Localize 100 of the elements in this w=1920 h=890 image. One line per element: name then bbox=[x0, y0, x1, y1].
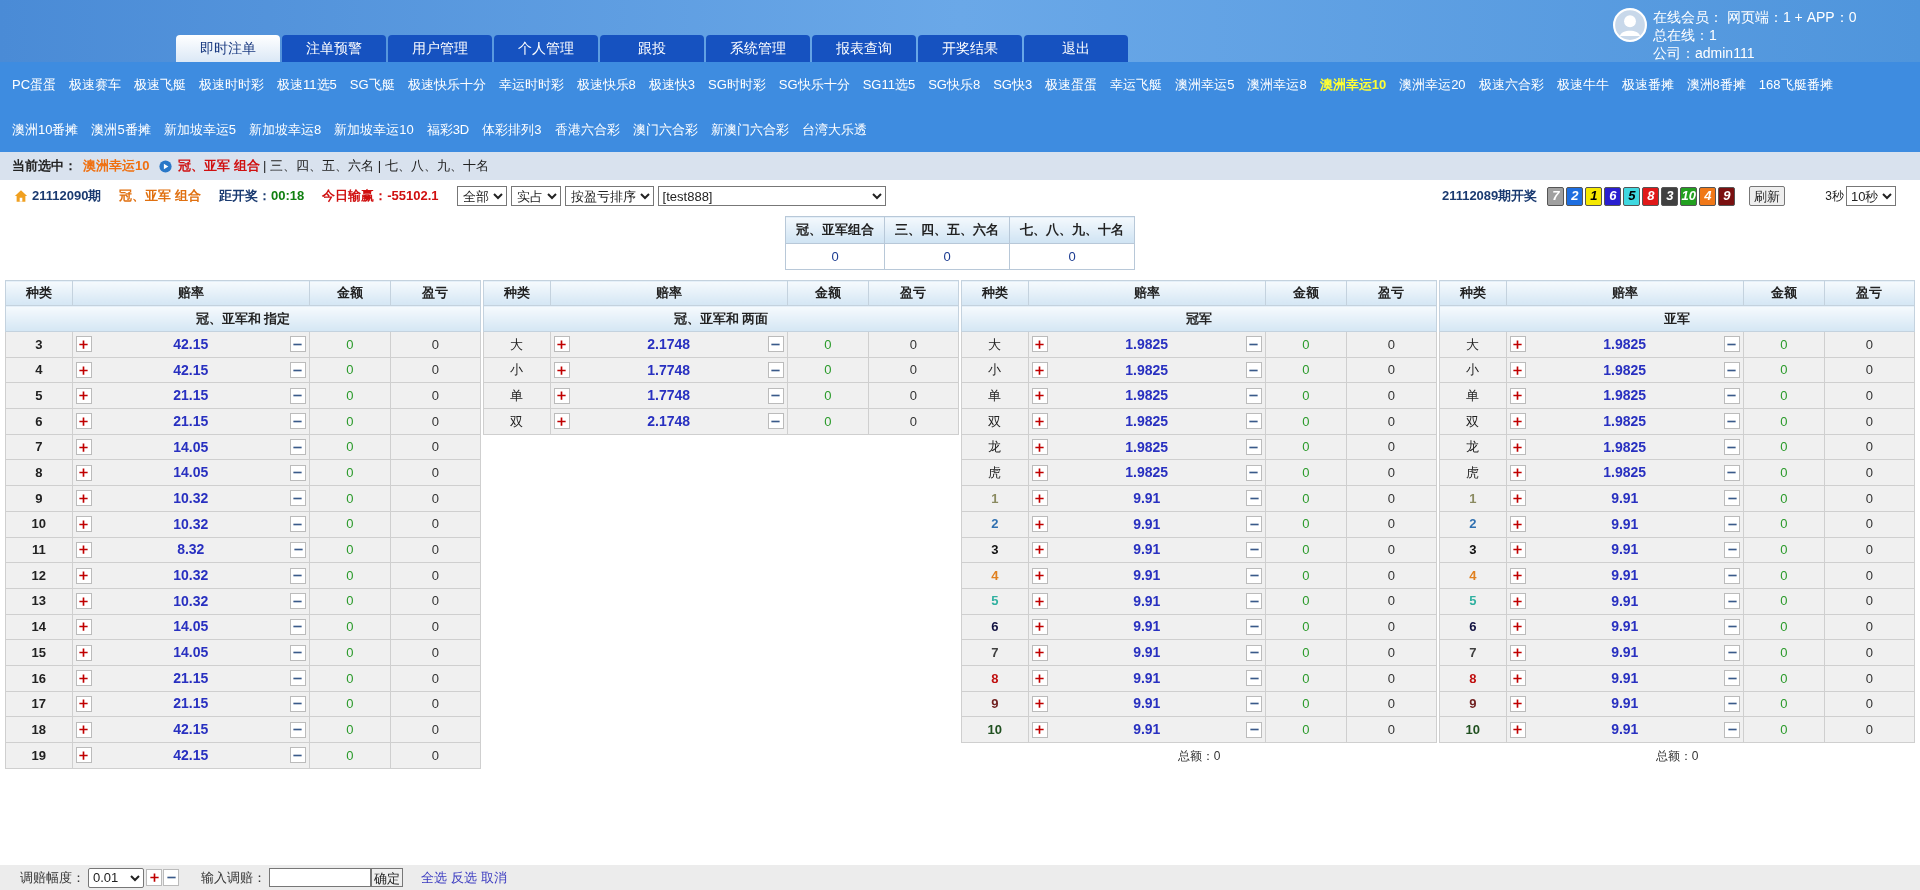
decrease-button[interactable] bbox=[768, 413, 784, 430]
increase-button[interactable] bbox=[1509, 695, 1526, 712]
step-select[interactable]: 0.01 bbox=[88, 867, 144, 888]
decrease-button[interactable] bbox=[290, 516, 306, 533]
increase-button[interactable] bbox=[1509, 413, 1526, 430]
decrease-button[interactable] bbox=[290, 618, 306, 635]
increase-button[interactable] bbox=[1509, 362, 1526, 379]
decrease-button[interactable] bbox=[290, 567, 306, 584]
increase-button[interactable] bbox=[553, 336, 570, 353]
decrease-button[interactable] bbox=[1724, 387, 1740, 404]
lottery-link[interactable]: 澳洲10番摊 bbox=[12, 119, 79, 140]
increase-button[interactable] bbox=[1509, 387, 1526, 404]
increase-button[interactable] bbox=[75, 464, 92, 481]
decrease-button[interactable] bbox=[290, 721, 306, 738]
lottery-link[interactable]: 极速六合彩 bbox=[1478, 74, 1544, 95]
increase-button[interactable] bbox=[75, 439, 92, 456]
decrease-button[interactable] bbox=[163, 869, 179, 886]
decrease-button[interactable] bbox=[1246, 670, 1262, 687]
decrease-button[interactable] bbox=[290, 439, 306, 456]
play-type-link[interactable]: 冠、亚军 组合 bbox=[178, 156, 261, 176]
lottery-link[interactable]: 幸运飞艇 bbox=[1110, 74, 1163, 95]
lottery-link[interactable]: 澳洲8番摊 bbox=[1686, 74, 1746, 95]
decrease-button[interactable] bbox=[290, 362, 306, 379]
increase-button[interactable] bbox=[1031, 567, 1048, 584]
lottery-link[interactable]: 澳洲幸运8 bbox=[1247, 74, 1307, 95]
decrease-button[interactable] bbox=[1246, 336, 1262, 353]
decrease-button[interactable] bbox=[290, 464, 306, 481]
filter-select[interactable]: [test888] bbox=[657, 186, 886, 206]
increase-button[interactable] bbox=[1031, 670, 1048, 687]
increase-button[interactable] bbox=[1509, 336, 1526, 353]
selection-link[interactable]: 反选 bbox=[451, 867, 477, 888]
lottery-link[interactable]: 新加坡幸运5 bbox=[163, 119, 236, 140]
decrease-button[interactable] bbox=[1246, 464, 1262, 481]
increase-button[interactable] bbox=[75, 413, 92, 430]
increase-button[interactable] bbox=[1509, 490, 1526, 507]
decrease-button[interactable] bbox=[1246, 362, 1262, 379]
decrease-button[interactable] bbox=[1246, 644, 1262, 661]
increase-button[interactable] bbox=[1031, 644, 1048, 661]
lottery-link[interactable]: 体彩排列3 bbox=[482, 119, 542, 140]
increase-button[interactable] bbox=[1031, 464, 1048, 481]
lottery-link[interactable]: 极速快乐8 bbox=[576, 74, 636, 95]
increase-button[interactable] bbox=[75, 721, 92, 738]
decrease-button[interactable] bbox=[290, 387, 306, 404]
increase-button[interactable] bbox=[1509, 464, 1526, 481]
increase-button[interactable] bbox=[75, 336, 92, 353]
decrease-button[interactable] bbox=[1246, 516, 1262, 533]
lottery-link[interactable]: 极速蛋蛋 bbox=[1045, 74, 1098, 95]
decrease-button[interactable] bbox=[1724, 670, 1740, 687]
increase-button[interactable] bbox=[75, 516, 92, 533]
lottery-link[interactable]: 澳洲幸运5 bbox=[1175, 74, 1235, 95]
increase-button[interactable] bbox=[1031, 618, 1048, 635]
decrease-button[interactable] bbox=[290, 541, 306, 558]
increase-button[interactable] bbox=[1509, 721, 1526, 738]
decrease-button[interactable] bbox=[1724, 413, 1740, 430]
interval-select[interactable]: 10秒 bbox=[1846, 186, 1896, 206]
increase-button[interactable] bbox=[1031, 721, 1048, 738]
lottery-link[interactable]: SG快乐8 bbox=[928, 74, 981, 95]
decrease-button[interactable] bbox=[290, 695, 306, 712]
increase-button[interactable] bbox=[553, 362, 570, 379]
decrease-button[interactable] bbox=[1724, 464, 1740, 481]
increase-button[interactable] bbox=[146, 869, 162, 886]
increase-button[interactable] bbox=[75, 618, 92, 635]
nav-tab[interactable]: 跟投 bbox=[600, 35, 704, 62]
nav-tab[interactable]: 报表查询 bbox=[812, 35, 916, 62]
decrease-button[interactable] bbox=[1246, 618, 1262, 635]
lottery-link[interactable]: 极速11选5 bbox=[277, 74, 337, 95]
lottery-link[interactable]: 新加坡幸运10 bbox=[334, 119, 414, 140]
decrease-button[interactable] bbox=[1724, 362, 1740, 379]
increase-button[interactable] bbox=[1509, 516, 1526, 533]
lottery-link[interactable]: 澳洲幸运20 bbox=[1399, 74, 1466, 95]
selection-link[interactable]: 取消 bbox=[481, 867, 507, 888]
lottery-link[interactable]: 澳洲幸运10 bbox=[1319, 74, 1387, 95]
lottery-link[interactable]: 福彩3D bbox=[426, 119, 470, 140]
nav-tab[interactable]: 系统管理 bbox=[706, 35, 810, 62]
increase-button[interactable] bbox=[1031, 593, 1048, 610]
increase-button[interactable] bbox=[1031, 362, 1048, 379]
increase-button[interactable] bbox=[75, 593, 92, 610]
increase-button[interactable] bbox=[1509, 439, 1526, 456]
increase-button[interactable] bbox=[1509, 593, 1526, 610]
decrease-button[interactable] bbox=[290, 644, 306, 661]
filter-select[interactable]: 按盈亏排序 bbox=[564, 186, 654, 206]
increase-button[interactable] bbox=[1509, 644, 1526, 661]
lottery-link[interactable]: 极速牛牛 bbox=[1556, 74, 1609, 95]
lottery-link[interactable]: 台湾大乐透 bbox=[801, 119, 867, 140]
increase-button[interactable] bbox=[553, 387, 570, 404]
decrease-button[interactable] bbox=[1724, 695, 1740, 712]
decrease-button[interactable] bbox=[1724, 439, 1740, 456]
lottery-link[interactable]: 澳门六合彩 bbox=[632, 119, 698, 140]
increase-button[interactable] bbox=[75, 541, 92, 558]
lottery-link[interactable]: 极速飞艇 bbox=[134, 74, 187, 95]
decrease-button[interactable] bbox=[1724, 541, 1740, 558]
lottery-link[interactable]: 168飞艇番摊 bbox=[1758, 74, 1833, 95]
increase-button[interactable] bbox=[1031, 695, 1048, 712]
lottery-link[interactable]: 极速赛车 bbox=[69, 74, 122, 95]
nav-tab[interactable]: 退出 bbox=[1024, 35, 1128, 62]
decrease-button[interactable] bbox=[1246, 387, 1262, 404]
lottery-link[interactable]: 新加坡幸运8 bbox=[248, 119, 322, 140]
lottery-link[interactable]: 极速番摊 bbox=[1621, 74, 1674, 95]
increase-button[interactable] bbox=[75, 362, 92, 379]
increase-button[interactable] bbox=[1031, 541, 1048, 558]
